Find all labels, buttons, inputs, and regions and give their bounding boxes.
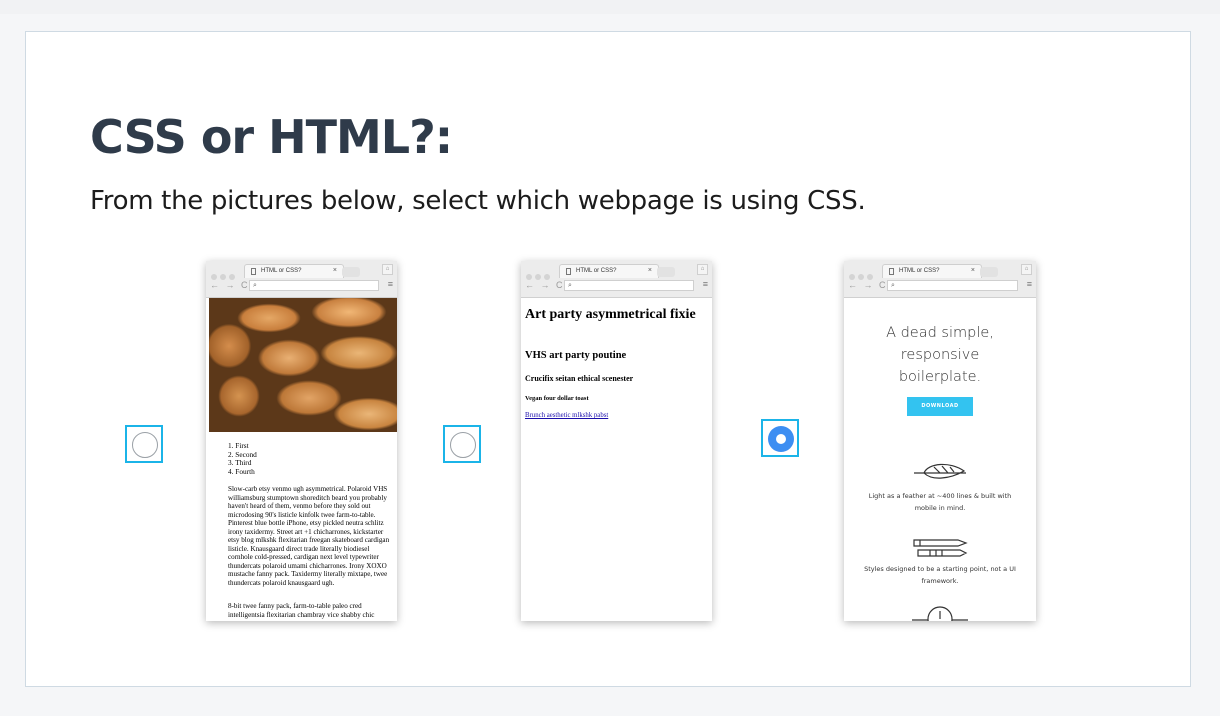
option-1-screenshot[interactable]: HTML or CSS? × ⌂ ← → C ⌕ ≡ 1. First 2. Se… <box>206 261 397 621</box>
tab-title: HTML or CSS? <box>261 268 302 274</box>
heading-1: Art party asymmetrical fixie <box>525 307 696 322</box>
new-tab <box>342 267 360 277</box>
user-icon: ⌂ <box>697 264 708 275</box>
pens-icon <box>913 539 968 557</box>
ordered-list: 1. First 2. Second 3. Third 4. Fourth <box>228 441 257 476</box>
menu-icon: ≡ <box>1026 279 1032 289</box>
document-icon <box>251 268 256 275</box>
stopwatch-icon <box>912 606 968 621</box>
search-icon: ⌕ <box>891 282 895 289</box>
close-icon: × <box>647 267 652 274</box>
feature-caption: framework. <box>921 577 959 585</box>
browser-chrome: HTML or CSS? × ⌂ ← → C ⌕ ≡ <box>521 261 712 298</box>
list-item: 4. Fourth <box>228 466 255 476</box>
nav-arrows-icon: ← → C <box>848 280 888 290</box>
question-title: CSS or HTML?: <box>90 110 453 164</box>
nav-arrows-icon: ← → C <box>525 280 565 290</box>
browser-chrome: HTML or CSS? × ⌂ ← → C ⌕ ≡ <box>206 261 397 298</box>
top-bar <box>0 0 1220 14</box>
browser-tab: HTML or CSS? × <box>244 264 344 278</box>
option-3-radio[interactable] <box>761 419 799 457</box>
menu-icon: ≡ <box>387 279 393 289</box>
feather-icon <box>914 463 966 479</box>
tab-title: HTML or CSS? <box>576 268 617 274</box>
feature-caption: mobile in mind. <box>914 504 966 512</box>
new-tab <box>657 267 675 277</box>
address-bar: ⌕ <box>564 280 694 291</box>
heading-2: VHS art party poutine <box>525 350 627 361</box>
hero-line: boilerplate. <box>898 369 982 385</box>
heading-3: Crucifix seitan ethical scenester <box>525 374 634 383</box>
feature-caption: Styles designed to be a starting point, … <box>864 565 1016 573</box>
tab-title: HTML or CSS? <box>899 268 940 274</box>
browser-tab: HTML or CSS? × <box>882 264 982 278</box>
download-button: DOWNLOAD <box>907 397 973 416</box>
option-2-radio[interactable] <box>443 425 481 463</box>
option-1-radio[interactable] <box>125 425 163 463</box>
document-icon <box>566 268 571 275</box>
search-icon: ⌕ <box>568 282 572 289</box>
option-3-screenshot[interactable]: HTML or CSS? × ⌂ ← → C ⌕ ≡ A dead simple,… <box>844 261 1036 621</box>
hero-line: A dead simple, <box>886 325 994 341</box>
new-tab <box>980 267 998 277</box>
menu-icon: ≡ <box>702 279 708 289</box>
bread-image <box>209 298 397 432</box>
radio-selected-icon <box>768 426 794 452</box>
radio-circle-icon <box>132 432 158 458</box>
address-bar: ⌕ <box>249 280 379 291</box>
browser-chrome: HTML or CSS? × ⌂ ← → C ⌕ ≡ <box>844 261 1036 298</box>
close-icon: × <box>332 267 337 274</box>
option-2-screenshot[interactable]: HTML or CSS? × ⌂ ← → C ⌕ ≡ Art party asym… <box>521 261 712 621</box>
document-icon <box>889 268 894 275</box>
address-bar: ⌕ <box>887 280 1018 291</box>
close-icon: × <box>970 267 975 274</box>
body-paragraph: Slow-carb etsy venmo ugh asymmetrical. P… <box>228 485 390 587</box>
hero-line: responsive <box>900 347 980 363</box>
feature-caption: Light as a feather at ~400 lines & built… <box>868 492 1012 500</box>
nav-arrows-icon: ← → C <box>210 280 250 290</box>
search-icon: ⌕ <box>253 282 257 289</box>
browser-tab: HTML or CSS? × <box>559 264 659 278</box>
heading-4: Vegan four dollar toast <box>525 395 589 402</box>
body-paragraph: 8-bit twee fanny pack, farm-to-table pal… <box>228 602 375 619</box>
user-icon: ⌂ <box>382 264 393 275</box>
user-icon: ⌂ <box>1021 264 1032 275</box>
page-link: Brunch aesthetic mlkshk pabst <box>525 412 609 419</box>
radio-circle-icon <box>450 432 476 458</box>
question-prompt: From the pictures below, select which we… <box>90 186 866 216</box>
